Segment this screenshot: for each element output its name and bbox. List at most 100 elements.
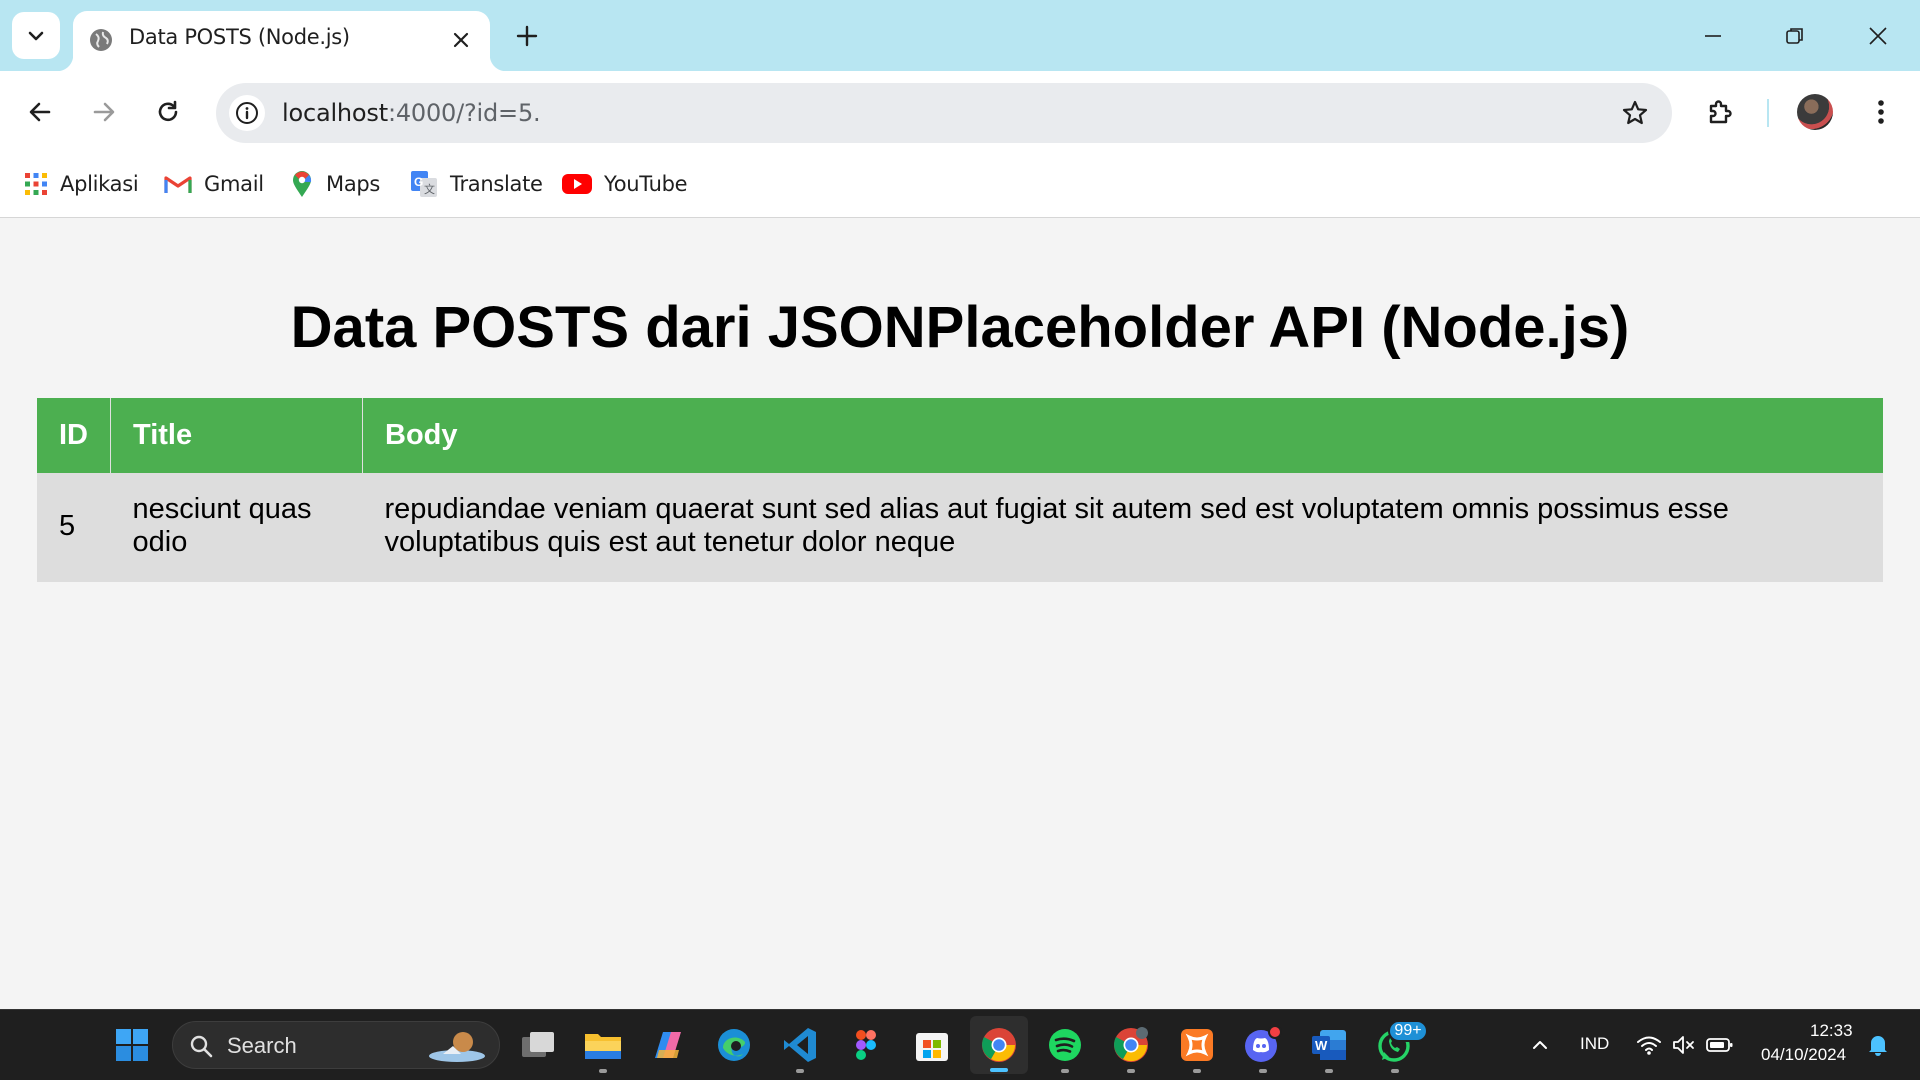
translate-icon: G文 [411,171,437,197]
notification-center-button[interactable] [1856,1023,1900,1067]
tab-search-button[interactable] [12,12,60,59]
search-icon [190,1035,213,1058]
star-icon [1622,100,1648,125]
discord-icon [1245,1026,1282,1062]
taskbar-xampp[interactable] [1175,1023,1219,1073]
column-header-title: Title [110,398,363,473]
youtube-icon [562,174,592,194]
taskbar-copilot[interactable] [646,1023,690,1067]
puzzle-icon [1709,100,1732,124]
browser-toolbar: localhost:4000/?id=5. [0,71,1920,154]
bookmarks-bar: Aplikasi Gmail Maps G文 Translate YouTube [0,154,1920,218]
bookmark-youtube[interactable]: YouTube [562,164,688,204]
globe-icon [90,29,112,51]
arrow-left-icon [29,102,51,122]
tab-close-button[interactable] [446,25,476,55]
chevron-down-icon [28,31,44,40]
clock-date[interactable]: 04/10/2024 [1761,1045,1846,1065]
chrome-icon [1114,1027,1148,1062]
active-indicator [990,1068,1008,1072]
url-host: localhost [282,99,388,127]
taskbar-discord[interactable] [1241,1023,1285,1073]
store-icon [916,1033,948,1061]
taskbar-chrome-profile[interactable] [1109,1023,1153,1073]
active-tab[interactable]: Data POSTS (Node.js) [57,11,506,71]
toolbar-divider [1767,99,1769,127]
taskbar-vscode[interactable] [778,1023,822,1073]
bookmark-translate[interactable]: G文 Translate [410,164,543,204]
extensions-button[interactable] [1697,89,1743,135]
clock-time[interactable]: 12:33 [1810,1021,1853,1041]
maps-pin-icon [293,171,312,197]
search-label: Search [227,1033,297,1058]
bookmark-star-button[interactable] [1618,96,1652,130]
figma-icon [856,1030,876,1060]
back-button[interactable] [17,89,63,135]
folder-icon [585,1034,621,1059]
bookmark-label: YouTube [604,172,688,196]
taskbar-spotify[interactable] [1043,1023,1087,1073]
taskbar-word[interactable]: W [1307,1023,1351,1073]
tab-title: Data POSTS (Node.js) [129,25,350,49]
taskbar-figma[interactable] [844,1023,888,1067]
site-info-button[interactable] [229,95,265,131]
url-text[interactable]: localhost:4000/?id=5. [282,99,541,127]
bookmark-label: Maps [326,172,381,196]
close-icon [1869,27,1887,45]
taskbar-file-explorer[interactable] [581,1023,625,1073]
running-indicator [1127,1069,1135,1073]
chrome-icon [982,1028,1016,1062]
apps-grid-icon [25,173,47,195]
notification-badge: 99+ [1388,1020,1428,1042]
quick-settings-button[interactable] [1630,1023,1740,1067]
arrow-right-icon [93,102,115,122]
language-indicator[interactable]: IND [1580,1034,1609,1054]
minimize-button[interactable] [1691,14,1735,58]
svg-text:文: 文 [424,182,435,196]
start-button[interactable] [110,1023,154,1067]
chevron-up-icon [1533,1041,1547,1049]
profile-avatar[interactable] [1797,94,1833,130]
reload-button[interactable] [145,89,191,135]
bookmark-maps[interactable]: Maps [290,164,380,204]
bookmark-label: Translate [450,172,543,196]
table-header-row: ID Title Body [37,398,1883,473]
window-close-button[interactable] [1856,14,1900,58]
menu-button[interactable] [1858,89,1904,135]
posts-table: ID Title Body 5 nesciunt quas odio repud… [37,398,1883,582]
running-indicator [1325,1069,1333,1073]
running-indicator [1259,1069,1267,1073]
taskbar-task-view[interactable] [516,1023,560,1067]
copilot-icon [655,1032,681,1058]
bookmark-gmail[interactable]: Gmail [164,164,264,204]
bookmark-label: Aplikasi [60,172,139,196]
speaker-muted-icon [1673,1036,1694,1054]
bookmark-aplikasi[interactable]: Aplikasi [24,164,139,204]
vscode-icon [784,1028,816,1062]
address-bar[interactable]: localhost:4000/?id=5. [216,83,1672,143]
plus-icon [516,25,538,47]
bell-icon [1869,1036,1887,1056]
svg-text:G: G [414,175,423,189]
taskbar-chrome[interactable] [970,1016,1028,1074]
restore-button[interactable] [1773,14,1817,58]
taskbar-store[interactable] [910,1023,954,1067]
running-indicator [796,1069,804,1073]
page-title: Data POSTS dari JSONPlaceholder API (Nod… [290,295,1630,360]
taskbar-search[interactable]: Search [172,1021,500,1069]
tray-overflow-button[interactable] [1518,1023,1562,1067]
gmail-icon [164,176,192,193]
new-tab-button[interactable] [510,19,544,53]
spotify-icon [1049,1029,1081,1061]
taskbar-edge[interactable] [712,1023,756,1067]
running-indicator [1061,1069,1069,1073]
info-icon [236,102,258,124]
xampp-icon [1181,1029,1213,1061]
table-row: 5 nesciunt quas odio repudiandae veniam … [37,473,1883,582]
restore-icon [1786,28,1803,44]
svg-text:W: W [1315,1038,1328,1053]
battery-icon [1706,1038,1733,1052]
forward-button[interactable] [81,89,127,135]
cell-id: 5 [37,473,111,582]
wifi-icon [1637,1036,1661,1055]
